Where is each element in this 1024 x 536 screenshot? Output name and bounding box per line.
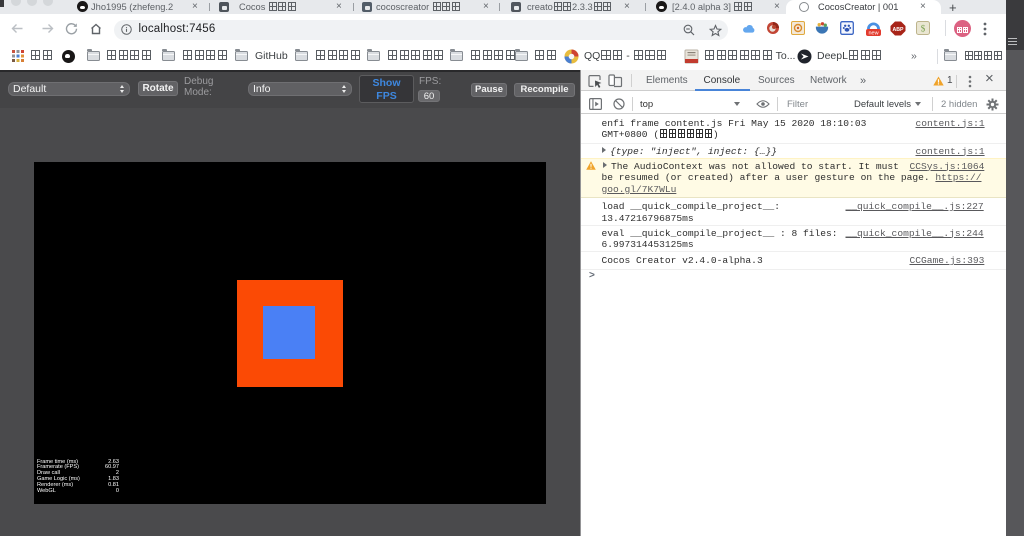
svg-text:new: new bbox=[868, 31, 878, 37]
svg-text:$: $ bbox=[921, 24, 926, 34]
svg-text:ABP: ABP bbox=[893, 27, 904, 33]
